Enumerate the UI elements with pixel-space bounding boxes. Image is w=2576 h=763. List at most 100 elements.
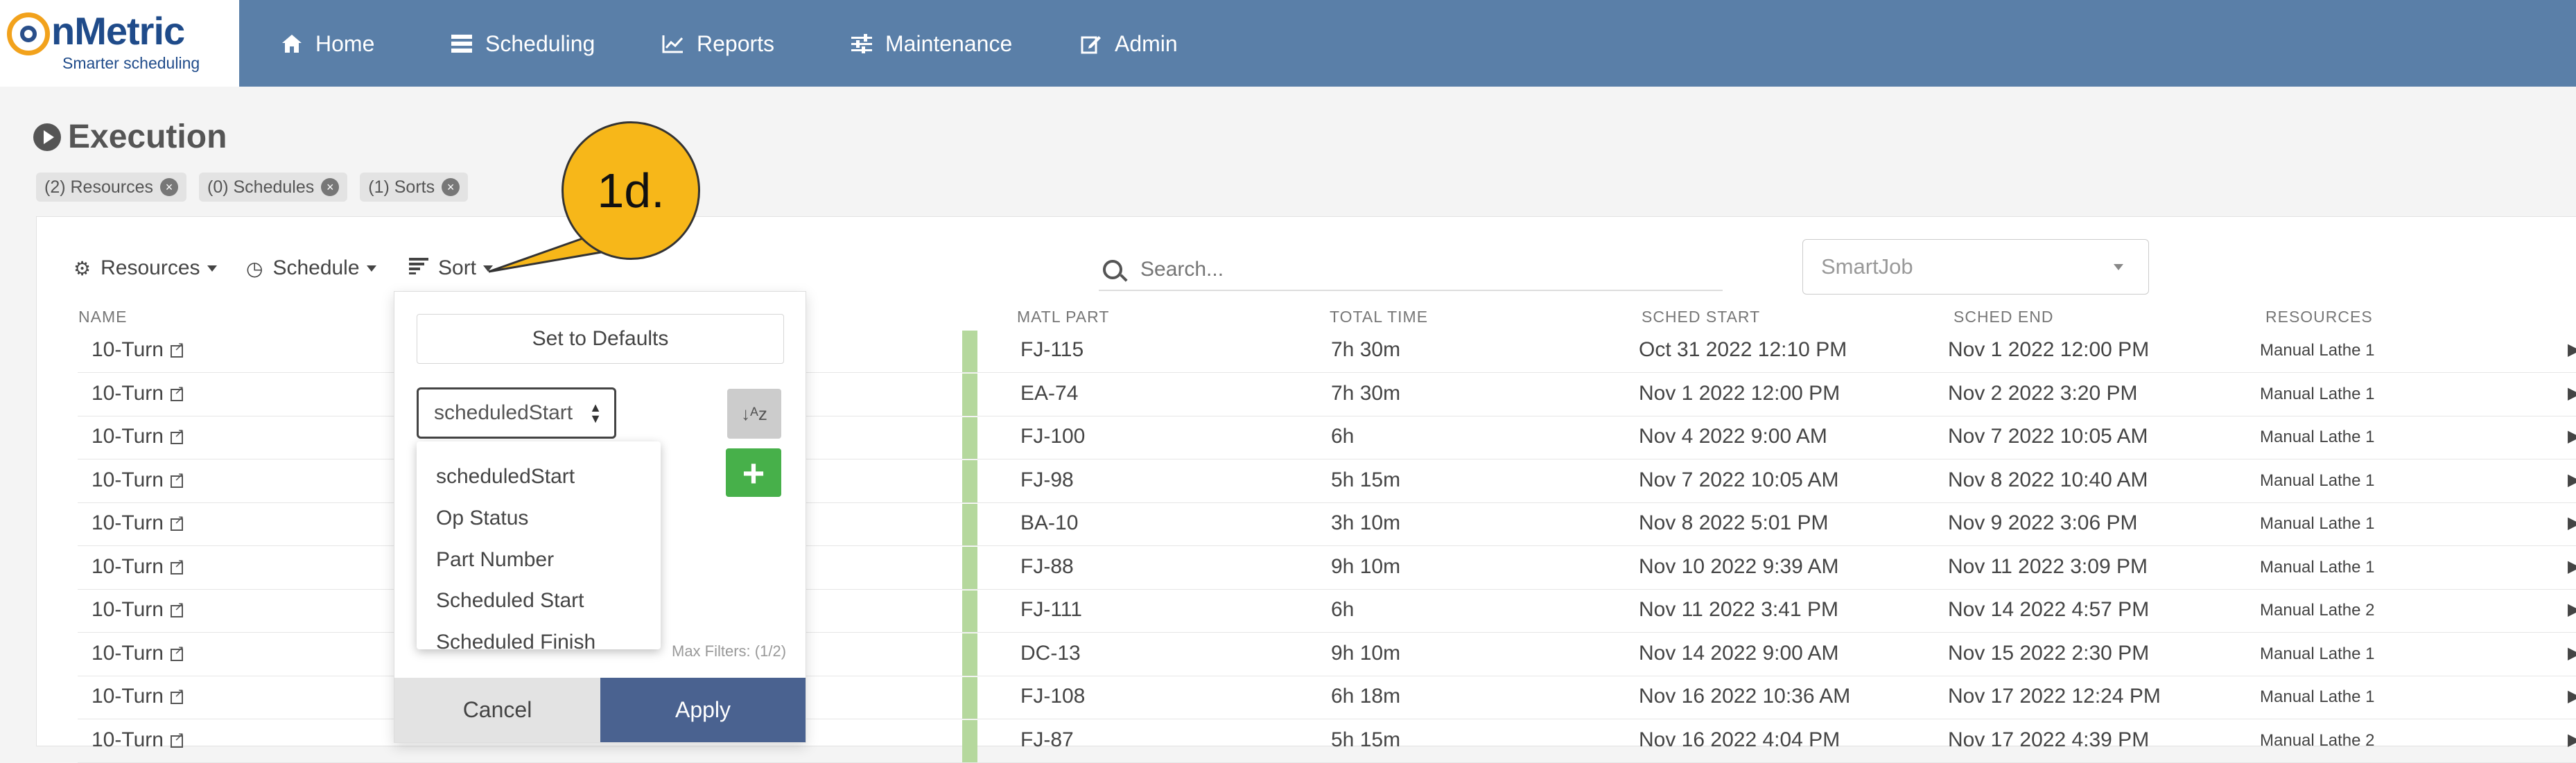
row-name-link[interactable]: 10-Turn <box>92 511 184 535</box>
row-expand-icon[interactable]: ▶ <box>2568 730 2576 750</box>
external-link-icon[interactable] <box>170 643 184 661</box>
nav-scheduling[interactable]: Scheduling <box>451 28 595 60</box>
row-name-text: 10-Turn <box>92 425 164 448</box>
chip-sorts[interactable]: (1) Sorts × <box>360 173 469 202</box>
chevron-down-icon <box>2114 263 2123 270</box>
row-name-link[interactable]: 10-Turn <box>92 598 184 622</box>
status-bar <box>962 374 977 416</box>
external-link-icon[interactable] <box>170 599 184 617</box>
max-filters-text: Max Filters: (1/2) <box>672 642 787 660</box>
row-name-text: 10-Turn <box>92 511 164 534</box>
row-part-cell: DC-13 <box>1020 641 1081 665</box>
external-link-icon[interactable] <box>170 426 184 444</box>
page-title: Execution <box>33 118 227 156</box>
view-select[interactable]: SmartJob <box>1802 239 2149 295</box>
row-total-cell: 6h 18m <box>1331 685 1401 708</box>
row-expand-icon[interactable]: ▶ <box>2568 686 2576 706</box>
sliders-icon <box>851 33 873 55</box>
row-expand-icon[interactable]: ▶ <box>2568 470 2576 490</box>
row-end-cell: Nov 11 2022 3:09 PM <box>1948 554 2148 578</box>
row-name-text: 10-Turn <box>92 685 164 708</box>
col-header-sched-start[interactable]: SCHED START <box>1642 308 1760 326</box>
row-end-cell: Nov 17 2022 12:24 PM <box>1948 685 2161 708</box>
row-expand-icon[interactable]: ▶ <box>2568 599 2576 620</box>
apply-button[interactable]: Apply <box>600 678 806 742</box>
external-link-icon[interactable] <box>170 470 184 488</box>
col-header-sched-end[interactable]: SCHED END <box>1953 308 2053 326</box>
option-op-status[interactable]: Op Status <box>436 507 528 530</box>
row-expand-icon[interactable]: ▶ <box>2568 383 2576 403</box>
close-icon[interactable]: × <box>321 178 340 196</box>
sort-az-icon: ↓ᴬz <box>741 403 767 424</box>
chip-label: (1) Sorts <box>368 177 435 197</box>
row-resource-cell: Manual Lathe 1 <box>2260 341 2375 360</box>
option-part-number[interactable]: Part Number <box>436 548 554 572</box>
row-end-cell: Nov 9 2022 3:06 PM <box>1948 511 2138 534</box>
col-header-resources[interactable]: RESOURCES <box>2265 308 2373 326</box>
col-header-total-time[interactable]: TOTAL TIME <box>1330 308 1428 326</box>
row-name-link[interactable]: 10-Turn <box>92 555 184 579</box>
row-total-cell: 6h <box>1331 598 1355 621</box>
cancel-button[interactable]: Cancel <box>394 678 600 742</box>
external-link-icon[interactable] <box>170 513 184 531</box>
nav-home[interactable]: Home <box>281 28 374 60</box>
row-total-cell: 6h <box>1331 425 1355 448</box>
row-name-link[interactable]: 10-Turn <box>92 381 184 405</box>
row-end-cell: Nov 1 2022 12:00 PM <box>1948 338 2150 361</box>
resources-dropdown-button[interactable]: ⚙ Resources <box>73 256 217 280</box>
row-part-cell: FJ-108 <box>1020 685 1086 708</box>
search-input[interactable] <box>1139 257 1696 282</box>
external-link-icon[interactable] <box>170 686 184 704</box>
nav-maintenance-label: Maintenance <box>885 30 1013 56</box>
set-defaults-button[interactable]: Set to Defaults <box>417 314 784 364</box>
row-start-cell: Oct 31 2022 12:10 PM <box>1639 338 1847 361</box>
option-scheduled-start[interactable]: Scheduled Start <box>436 589 584 613</box>
schedule-dropdown-button[interactable]: ◷ Schedule <box>246 256 376 280</box>
row-name-link[interactable]: 10-Turn <box>92 685 184 708</box>
row-name-link[interactable]: 10-Turn <box>92 425 184 448</box>
plus-icon: + <box>742 450 765 495</box>
brand-logo[interactable]: nMetric Smarter scheduling <box>0 0 239 87</box>
close-icon[interactable]: × <box>442 178 460 196</box>
external-link-icon[interactable] <box>170 340 184 358</box>
sort-dropdown-button[interactable]: Sort <box>409 256 494 280</box>
chip-resources[interactable]: (2) Resources × <box>36 173 186 202</box>
search-icon <box>1103 260 1122 279</box>
row-name-text: 10-Turn <box>92 381 164 405</box>
schedule-label: Schedule <box>272 256 360 279</box>
close-icon[interactable]: × <box>160 178 178 196</box>
status-bar <box>962 330 977 373</box>
row-start-cell: Nov 7 2022 10:05 AM <box>1639 468 1839 491</box>
row-name-link[interactable]: 10-Turn <box>92 338 184 362</box>
nav-maintenance[interactable]: Maintenance <box>851 28 1012 60</box>
option-scheduledStart[interactable]: scheduledStart <box>436 465 575 489</box>
add-sort-button[interactable]: + <box>726 448 781 497</box>
col-header-matl-part[interactable]: MATL PART <box>1017 308 1109 326</box>
row-part-cell: FJ-98 <box>1020 468 1074 491</box>
home-icon <box>281 33 303 55</box>
row-resource-cell: Manual Lathe 1 <box>2260 514 2375 533</box>
brand-tagline: Smarter scheduling <box>62 54 200 72</box>
option-scheduled-finish[interactable]: Scheduled Finish <box>436 631 595 654</box>
external-link-icon[interactable] <box>170 556 184 575</box>
row-expand-icon[interactable]: ▶ <box>2568 513 2576 533</box>
chip-schedules[interactable]: (0) Schedules × <box>199 173 348 202</box>
row-expand-icon[interactable]: ▶ <box>2568 556 2576 577</box>
sort-direction-button[interactable]: ↓ᴬz <box>727 389 781 439</box>
external-link-icon[interactable] <box>170 383 184 401</box>
row-name-link[interactable]: 10-Turn <box>92 728 184 752</box>
row-name-link[interactable]: 10-Turn <box>92 642 184 665</box>
external-link-icon[interactable] <box>170 730 184 748</box>
sort-field-select[interactable]: scheduledStart ▲ ▼ <box>417 387 616 439</box>
row-end-cell: Nov 17 2022 4:39 PM <box>1948 728 2150 751</box>
row-expand-icon[interactable]: ▶ <box>2568 643 2576 663</box>
row-expand-icon[interactable]: ▶ <box>2568 426 2576 446</box>
nav-admin[interactable]: Admin <box>1080 28 1178 60</box>
row-name-link[interactable]: 10-Turn <box>92 468 184 492</box>
chevron-down-icon <box>483 265 494 272</box>
status-bar <box>962 416 977 459</box>
row-expand-icon[interactable]: ▶ <box>2568 340 2576 360</box>
nav-reports[interactable]: Reports <box>662 28 774 60</box>
col-header-name[interactable]: NAME <box>78 308 127 326</box>
status-bar <box>962 720 977 762</box>
